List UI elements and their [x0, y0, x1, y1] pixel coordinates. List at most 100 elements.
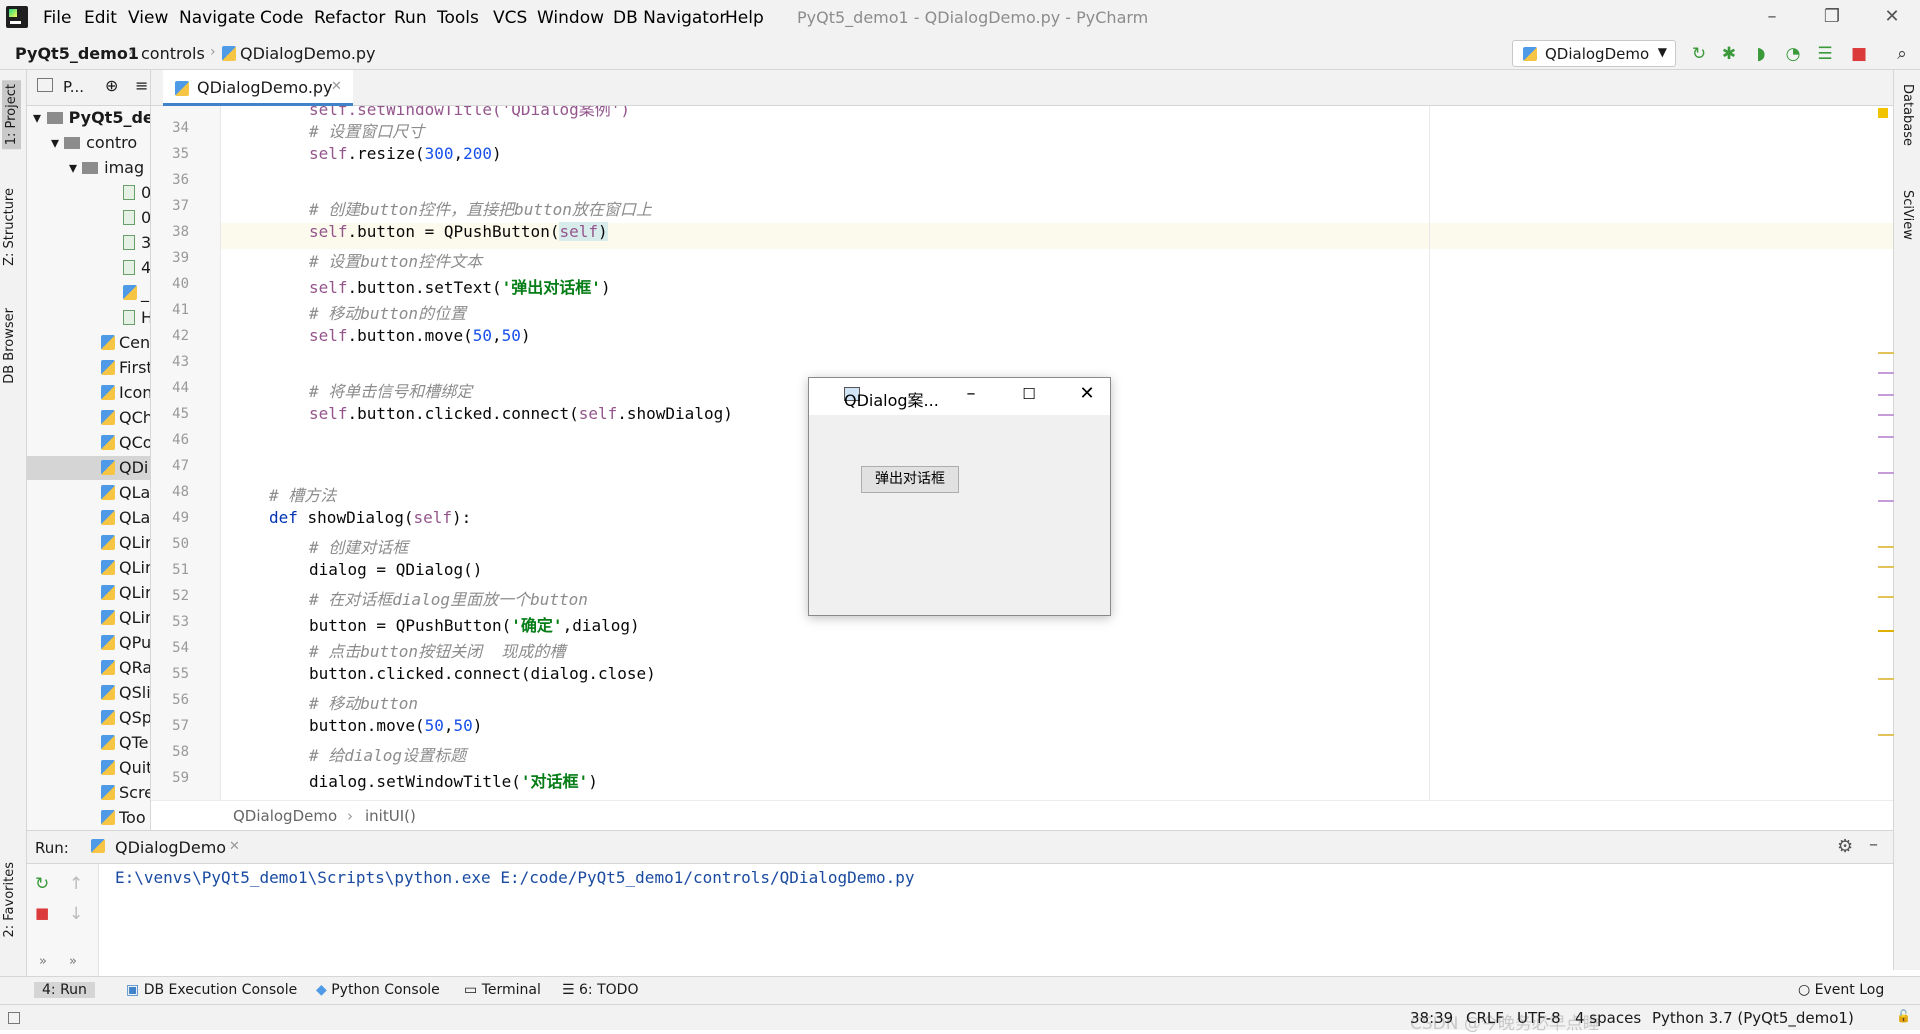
error-stripe-mark[interactable]: [1878, 394, 1894, 396]
layout-toggle-icon[interactable]: [8, 1012, 20, 1024]
tree-item[interactable]: QRa: [101, 658, 150, 677]
toolwindow-db-execution-console[interactable]: ▣ DB Execution Console: [126, 982, 297, 998]
tree-item[interactable]: 0: [123, 183, 150, 202]
collapse-icon[interactable]: ≡: [135, 76, 148, 95]
tree-item[interactable]: Scre: [101, 783, 150, 802]
toolwindow-python-console[interactable]: ◆ Python Console: [316, 982, 440, 998]
project-view-select[interactable]: P...: [63, 78, 84, 96]
search-icon[interactable]: ⌕: [1892, 44, 1912, 64]
tree-item[interactable]: Too: [101, 808, 146, 827]
toolwindow-terminal[interactable]: ▭ Terminal: [464, 982, 541, 998]
tree-item[interactable]: QLir: [101, 608, 150, 627]
maximize-icon[interactable]: ☐: [1009, 385, 1049, 411]
tree-item[interactable]: QCh: [101, 408, 150, 427]
menu-view[interactable]: View: [128, 8, 168, 28]
gear-icon[interactable]: ⚙: [1837, 836, 1853, 857]
warning-indicator-icon[interactable]: [1878, 108, 1888, 118]
tree-item[interactable]: Quit: [101, 758, 150, 777]
breadcrumb-class[interactable]: QDialogDemo: [233, 807, 337, 825]
file-encoding[interactable]: UTF-8: [1517, 1009, 1561, 1027]
tree-item[interactable]: QLa: [101, 508, 150, 527]
error-stripe-mark[interactable]: [1878, 566, 1894, 568]
menu-edit[interactable]: Edit: [84, 8, 117, 28]
locate-icon[interactable]: ⊕: [105, 76, 118, 95]
tree-item[interactable]: ▾ contro: [51, 133, 137, 152]
more-icon[interactable]: »: [39, 954, 47, 969]
error-stripe-mark[interactable]: [1878, 352, 1894, 354]
arrow-up-icon[interactable]: ↑: [69, 874, 83, 894]
minimize-icon[interactable]: –: [951, 383, 991, 409]
error-stripe-mark[interactable]: [1878, 596, 1894, 598]
breadcrumb-folder[interactable]: controls: [141, 44, 205, 63]
tree-item[interactable]: QLir: [101, 533, 150, 552]
tree-item[interactable]: QSli: [101, 683, 150, 702]
tree-item[interactable]: Icon: [101, 383, 150, 402]
tab-database[interactable]: Database: [1900, 84, 1915, 146]
stop-icon[interactable]: ■: [1849, 44, 1869, 64]
breadcrumb-method[interactable]: initUI(): [365, 807, 416, 825]
menu-vcs[interactable]: VCS: [493, 8, 527, 28]
menu-db-navigator[interactable]: DB Navigator: [613, 8, 726, 28]
close-icon[interactable]: ✕: [1067, 383, 1107, 409]
error-stripe-mark[interactable]: [1878, 678, 1894, 680]
toolwindow-todo[interactable]: ☰ 6: TODO: [562, 982, 638, 998]
python-interpreter[interactable]: Python 3.7 (PyQt5_demo1): [1652, 1009, 1854, 1027]
error-stripe-mark[interactable]: [1878, 630, 1894, 632]
error-stripe-mark[interactable]: [1878, 436, 1894, 438]
more-icon[interactable]: »: [69, 954, 77, 969]
tab-qdialogdemo[interactable]: QDialogDemo.py ✕: [163, 70, 353, 106]
tree-item[interactable]: QPu: [101, 633, 150, 652]
minimize-icon[interactable]: –: [1752, 6, 1792, 30]
error-stripe-mark[interactable]: [1878, 414, 1894, 416]
profile-icon[interactable]: ◔: [1783, 44, 1803, 64]
tab-structure[interactable]: Z: Structure: [2, 188, 17, 266]
run-tab-label[interactable]: QDialogDemo: [115, 838, 226, 857]
indent-setting[interactable]: 4 spaces: [1575, 1009, 1641, 1027]
tree-item[interactable]: QTe: [101, 733, 149, 752]
tab-project[interactable]: 1: Project: [2, 80, 21, 150]
menu-navigate[interactable]: Navigate: [179, 8, 255, 28]
menu-window[interactable]: Window: [537, 8, 604, 28]
close-tab-icon[interactable]: ✕: [229, 839, 240, 854]
toolwindow-run[interactable]: 4: Run: [34, 982, 95, 998]
menu-file[interactable]: File: [43, 8, 71, 28]
error-stripe-mark[interactable]: [1878, 546, 1894, 548]
show-dialog-button[interactable]: 弹出对话框: [861, 466, 959, 493]
tree-item[interactable]: 4: [123, 258, 150, 277]
tree-item[interactable]: H: [123, 308, 150, 327]
concurrency-icon[interactable]: ☰: [1815, 44, 1835, 64]
dialog-title-bar[interactable]: QDialog案... – ☐ ✕: [809, 378, 1110, 415]
debug-icon[interactable]: ✱: [1719, 44, 1739, 64]
close-tab-icon[interactable]: ✕: [331, 79, 342, 94]
tree-item-selected[interactable]: QDi: [27, 456, 150, 480]
tree-item[interactable]: 3: [123, 233, 150, 252]
tree-item[interactable]: _: [123, 283, 149, 302]
tree-item[interactable]: 0: [123, 208, 150, 227]
tree-item[interactable]: ▾ PyQt5_de: [33, 108, 150, 127]
close-icon[interactable]: ✕: [1872, 6, 1912, 30]
menu-run[interactable]: Run: [394, 8, 427, 28]
menu-code[interactable]: Code: [260, 8, 304, 28]
tab-favorites[interactable]: 2: Favorites: [2, 862, 17, 938]
tree-item[interactable]: QLir: [101, 558, 150, 577]
toolwindow-event-log[interactable]: ○ Event Log: [1798, 982, 1884, 998]
breadcrumb-project[interactable]: PyQt5_demo1: [15, 44, 139, 63]
lock-icon[interactable]: 🔓: [1896, 1009, 1911, 1023]
tree-item[interactable]: Cen: [101, 333, 150, 352]
error-stripe-mark[interactable]: [1878, 734, 1894, 736]
tree-item[interactable]: ▾ imag: [69, 158, 144, 177]
arrow-down-icon[interactable]: ↓: [69, 904, 83, 924]
tab-sciview[interactable]: SciView: [1900, 190, 1915, 240]
run-configuration-select[interactable]: QDialogDemo ▼: [1512, 40, 1676, 67]
restore-icon[interactable]: ❐: [1812, 6, 1852, 30]
breadcrumb-file[interactable]: QDialogDemo.py: [222, 44, 376, 63]
line-separator[interactable]: CRLF: [1466, 1009, 1504, 1027]
tab-db-browser[interactable]: DB Browser: [2, 308, 17, 384]
rerun-icon[interactable]: ↻: [35, 874, 49, 894]
rerun-icon[interactable]: ↻: [1689, 44, 1709, 64]
hide-panel-icon[interactable]: –: [1869, 834, 1878, 855]
error-stripe-mark[interactable]: [1878, 372, 1894, 374]
tree-item[interactable]: QLir: [101, 583, 150, 602]
tree-item[interactable]: First: [101, 358, 150, 377]
menu-refactor[interactable]: Refactor: [314, 8, 385, 28]
